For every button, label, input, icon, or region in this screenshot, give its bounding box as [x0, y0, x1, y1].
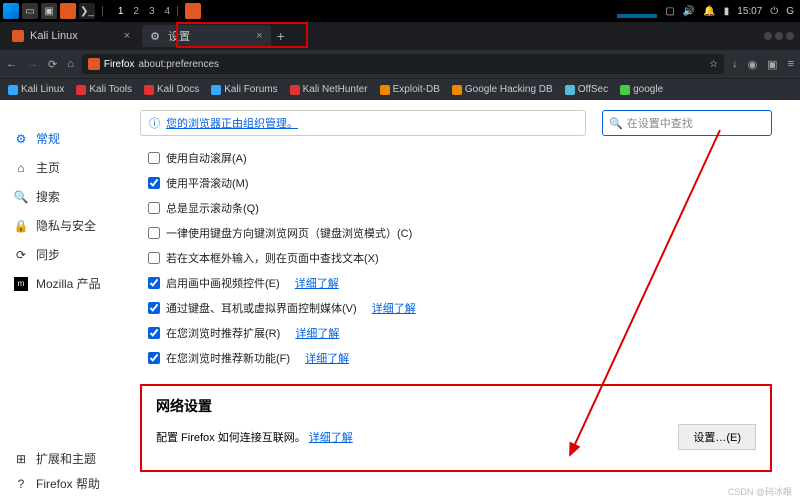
firefox-icon[interactable] [60, 3, 76, 19]
check-typeahead-find[interactable]: 若在文本框外输入，则在页面中查找文本(X) [148, 250, 772, 266]
power-icon[interactable]: ⏻ [770, 6, 778, 17]
url-bar[interactable]: Firefox about:preferences ☆ [82, 54, 724, 74]
learn-more-link[interactable]: 详细了解 [295, 325, 339, 341]
info-icon: ⓘ [149, 115, 160, 131]
mozilla-icon: m [14, 277, 28, 291]
network-desc: 配置 Firefox 如何连接互联网。 [156, 432, 306, 444]
browser-tabbar: Kali Linux × ⚙ 设置 × + [0, 22, 800, 50]
bookmark-item[interactable]: OffSec [565, 84, 608, 95]
home-icon[interactable]: ⌂ [67, 58, 74, 71]
check-smooth-scroll[interactable]: 使用平滑滚动(M) [148, 175, 772, 191]
bookmark-item[interactable]: Kali NetHunter [290, 84, 368, 95]
forward-icon: → [27, 58, 38, 71]
settings-search-input[interactable]: 🔍 在设置中查找 [602, 110, 772, 136]
window-controls[interactable] [764, 32, 794, 40]
reload-icon[interactable]: ⟳ [48, 58, 57, 71]
search-placeholder: 在设置中查找 [627, 115, 693, 131]
new-tab-button[interactable]: + [277, 28, 285, 44]
clock[interactable]: 15:07 [737, 6, 762, 17]
org-managed-banner: ⓘ 您的浏览器正由组织管理。 [140, 110, 586, 136]
url-path: about:preferences [138, 59, 219, 70]
preferences-sidebar: ⚙常规 ⌂主页 🔍搜索 🔒隐私与安全 ⟳同步 mMozilla 产品 ⊞扩展和主… [0, 100, 130, 500]
home-icon: ⌂ [14, 161, 28, 175]
check-recommend-feat[interactable]: 在您浏览时推荐新功能(F) 详细了解 [148, 350, 772, 366]
sidebar-item-home[interactable]: ⌂主页 [14, 159, 130, 176]
bookmark-item[interactable]: Kali Docs [144, 84, 199, 95]
bookmark-item[interactable]: Kali Forums [211, 84, 277, 95]
bell-icon[interactable]: 🔔 [703, 6, 715, 17]
bookmark-item[interactable]: google [620, 84, 663, 95]
network-settings-section: 网络设置 配置 Firefox 如何连接互联网。 详细了解 设置…(E) [140, 384, 772, 472]
files-icon[interactable]: ▭ [22, 3, 38, 19]
browsing-options: 使用自动滚屏(A) 使用平滑滚动(M) 总是显示滚动条(Q) 一律使用键盘方向键… [148, 150, 772, 366]
sync-icon: ⟳ [14, 248, 28, 262]
search-icon: 🔍 [14, 190, 28, 204]
check-always-scrollbar[interactable]: 总是显示滚动条(Q) [148, 200, 772, 216]
check-recommend-ext[interactable]: 在您浏览时推荐扩展(R) 详细了解 [148, 325, 772, 341]
bookmark-item[interactable]: Kali Tools [76, 84, 132, 95]
bookmark-item[interactable]: Google Hacking DB [452, 84, 553, 95]
menu-icon[interactable]: ≡ [788, 58, 794, 71]
volume-icon[interactable]: 🔊 [683, 6, 695, 17]
workspace-switcher[interactable]: 1 2 3 4 [118, 6, 170, 17]
bookmark-item[interactable]: Kali Linux [8, 84, 64, 95]
account-icon[interactable]: ◉ [748, 58, 758, 71]
tray-box-icon[interactable]: ▢ [665, 6, 674, 17]
tab-label: 设置 [168, 28, 190, 44]
tab-kali-linux[interactable]: Kali Linux × [4, 25, 138, 47]
help-icon: ? [14, 477, 28, 491]
sidebar-item-general[interactable]: ⚙常规 [14, 130, 130, 147]
folder-icon[interactable]: ▣ [41, 3, 57, 19]
bookmark-star-icon[interactable]: ☆ [709, 59, 718, 70]
learn-more-link[interactable]: 详细了解 [372, 300, 416, 316]
preferences-page: ⚙常规 ⌂主页 🔍搜索 🔒隐私与安全 ⟳同步 mMozilla 产品 ⊞扩展和主… [0, 100, 800, 500]
sidebar-item-privacy[interactable]: 🔒隐私与安全 [14, 217, 130, 234]
close-icon[interactable]: × [256, 30, 262, 42]
extensions-icon[interactable]: ▣ [767, 58, 777, 71]
check-caret-browsing[interactable]: 一律使用键盘方向键浏览网页（键盘浏览模式）(C) [148, 225, 772, 241]
watermark: CSDN @码冰眼 [728, 485, 792, 498]
learn-more-link[interactable]: 详细了解 [309, 432, 353, 444]
gear-icon: ⚙ [150, 30, 162, 42]
org-managed-link[interactable]: 您的浏览器正由组织管理。 [166, 115, 298, 131]
check-autoscroll[interactable]: 使用自动滚屏(A) [148, 150, 772, 166]
url-prefix: Firefox [104, 59, 135, 70]
kali-menu-icon[interactable] [3, 3, 19, 19]
section-title: 网络设置 [156, 396, 756, 416]
bookmarks-bar: Kali Linux Kali Tools Kali Docs Kali For… [0, 78, 800, 100]
tab-label: Kali Linux [30, 30, 78, 42]
sidebar-item-extensions[interactable]: ⊞扩展和主题 [14, 450, 100, 467]
preferences-main: ⓘ 您的浏览器正由组织管理。 🔍 在设置中查找 使用自动滚屏(A) 使用平滑滚动… [130, 100, 800, 500]
lock-icon[interactable]: G [786, 6, 794, 17]
check-pip[interactable]: 启用画中画视频控件(E) 详细了解 [148, 275, 772, 291]
sidebar-item-search[interactable]: 🔍搜索 [14, 188, 130, 205]
lock-icon: 🔒 [14, 219, 28, 233]
running-firefox-icon[interactable] [185, 3, 201, 19]
bookmark-item[interactable]: Exploit-DB [380, 84, 440, 95]
network-settings-button[interactable]: 设置…(E) [678, 424, 756, 450]
sidebar-item-mozilla[interactable]: mMozilla 产品 [14, 275, 130, 292]
downloads-icon[interactable]: ↓ [732, 58, 738, 71]
firefox-favicon-icon [12, 30, 24, 42]
check-media-keys[interactable]: 通过键盘、耳机或虚拟界面控制媒体(V) 详细了解 [148, 300, 772, 316]
terminal-icon[interactable]: ❯_ [79, 3, 95, 19]
close-icon[interactable]: × [124, 30, 130, 42]
search-icon: 🔍 [609, 117, 623, 130]
learn-more-link[interactable]: 详细了解 [305, 350, 349, 366]
gear-icon: ⚙ [14, 132, 28, 146]
system-taskbar: ▭ ▣ ❯_ | 1 2 3 4 | ▢ 🔊 🔔 ▮ 15:07 ⏻ G [0, 0, 800, 22]
cpu-graph-icon [617, 4, 657, 18]
sidebar-item-sync[interactable]: ⟳同步 [14, 246, 130, 263]
browser-navbar: ← → ⟳ ⌂ Firefox about:preferences ☆ ↓ ◉ … [0, 50, 800, 78]
firefox-badge-icon [88, 58, 100, 70]
tab-settings[interactable]: ⚙ 设置 × [142, 25, 270, 47]
battery-icon[interactable]: ▮ [724, 6, 730, 17]
sidebar-item-help[interactable]: ?Firefox 帮助 [14, 475, 100, 492]
puzzle-icon: ⊞ [14, 452, 28, 466]
back-icon[interactable]: ← [6, 58, 17, 71]
learn-more-link[interactable]: 详细了解 [295, 275, 339, 291]
